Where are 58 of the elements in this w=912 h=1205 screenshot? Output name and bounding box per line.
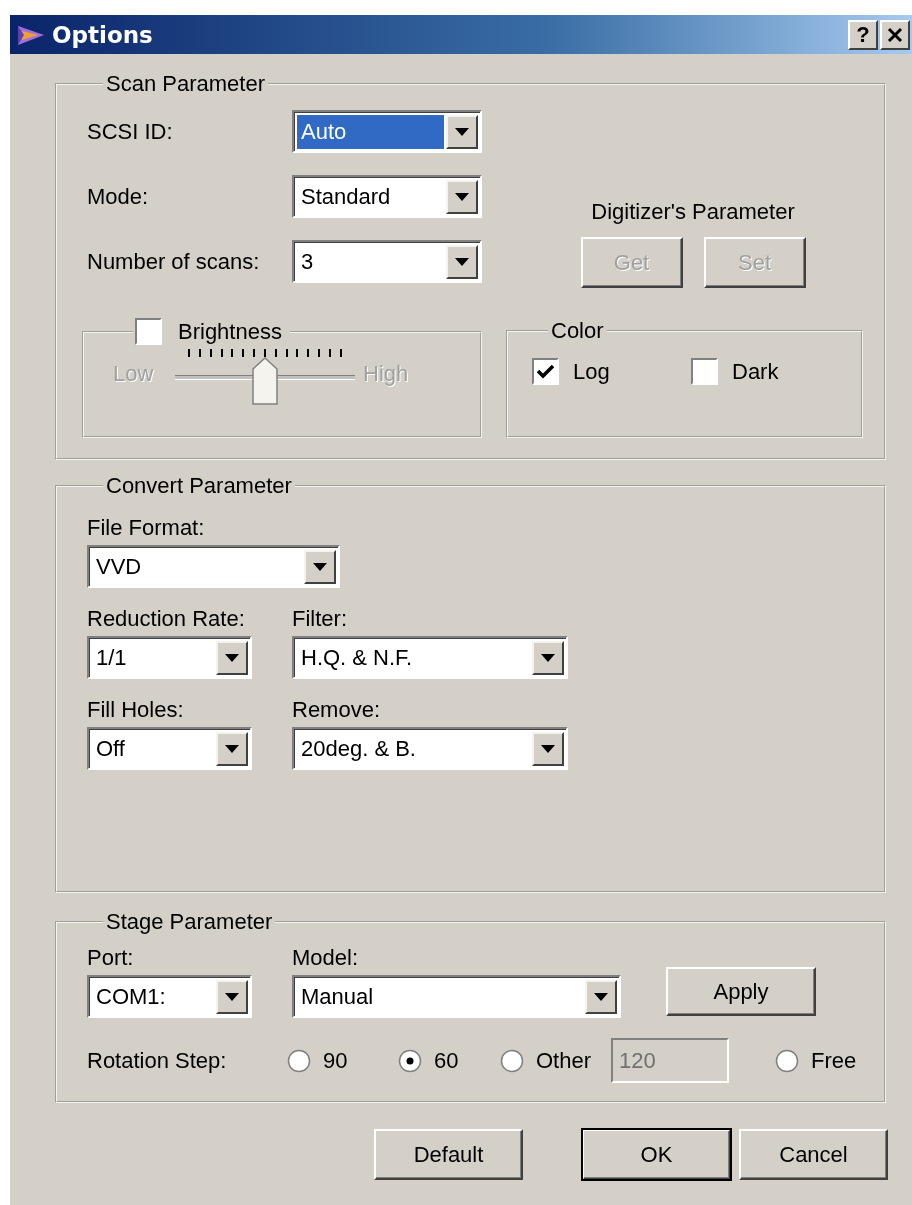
field-label: Remove: — [292, 697, 382, 723]
default-button[interactable]: Default — [374, 1129, 523, 1180]
caret-icon — [455, 128, 469, 136]
caret-icon — [455, 193, 469, 201]
field-label: Mode: — [87, 183, 150, 210]
radio-button[interactable] — [398, 1048, 422, 1073]
field-label: Port: — [87, 945, 135, 971]
caret-icon — [541, 654, 555, 662]
field-label: Rotation Step: — [87, 1047, 228, 1074]
radio-label: 60 — [434, 1047, 459, 1074]
caret-icon — [455, 258, 469, 266]
field-label: Number of scans: — [87, 248, 261, 275]
help-button[interactable]: ? — [848, 19, 878, 50]
close-button[interactable] — [880, 19, 910, 50]
dropdown[interactable]: Manual — [292, 975, 621, 1018]
group-label: Color — [550, 318, 605, 344]
dropdown[interactable]: VVD — [87, 545, 340, 588]
group-label: Stage Parameter — [105, 909, 274, 935]
checkbox[interactable] — [532, 358, 559, 385]
field-label: File Format: — [87, 515, 206, 541]
caret-icon — [594, 993, 608, 1001]
checkbox-label: Log — [573, 358, 610, 385]
radio-label: 90 — [323, 1047, 348, 1074]
window-title: Options — [52, 21, 153, 48]
field-label: SCSI ID: — [87, 118, 174, 145]
check-icon — [537, 364, 554, 379]
radio-label: Free — [811, 1047, 857, 1074]
dropdown[interactable]: Auto — [292, 110, 482, 153]
dropdown[interactable]: 20deg. & B. — [292, 727, 568, 770]
radio-button[interactable] — [775, 1048, 800, 1073]
field-label: Fill Holes: — [87, 697, 185, 723]
cancel-button[interactable]: Cancel — [739, 1129, 888, 1180]
caret-icon — [225, 654, 239, 662]
group-label: Scan Parameter — [105, 71, 266, 97]
dropdown[interactable]: H.Q. & N.F. — [292, 636, 568, 679]
radio-button[interactable] — [287, 1048, 311, 1073]
close-icon — [887, 26, 903, 43]
dropdown[interactable]: 1/1 — [87, 636, 252, 679]
group-label: Convert Parameter — [105, 473, 293, 499]
dropdown[interactable]: 3 — [292, 240, 482, 283]
field-label: Filter: — [292, 606, 348, 632]
dropdown[interactable]: Off — [87, 727, 252, 770]
checkbox[interactable] — [691, 358, 718, 385]
caret-icon — [225, 745, 239, 753]
caret-icon — [225, 993, 239, 1001]
field-label: Reduction Rate: — [87, 606, 246, 632]
caret-icon — [541, 745, 555, 753]
apply-button[interactable]: Apply — [666, 967, 816, 1016]
dropdown[interactable]: COM1: — [87, 975, 252, 1018]
ok-button[interactable]: OK — [582, 1129, 731, 1180]
dropdown[interactable]: Standard — [292, 175, 482, 218]
checkbox-label: Brightness — [178, 318, 282, 345]
radio-label: Other — [536, 1047, 592, 1074]
section-label: Digitizer's Parameter — [591, 199, 795, 225]
caret-icon — [313, 563, 327, 571]
radio-button[interactable] — [500, 1048, 524, 1073]
checkbox-label: Dark — [732, 358, 779, 385]
field-label: Model: — [292, 945, 360, 971]
